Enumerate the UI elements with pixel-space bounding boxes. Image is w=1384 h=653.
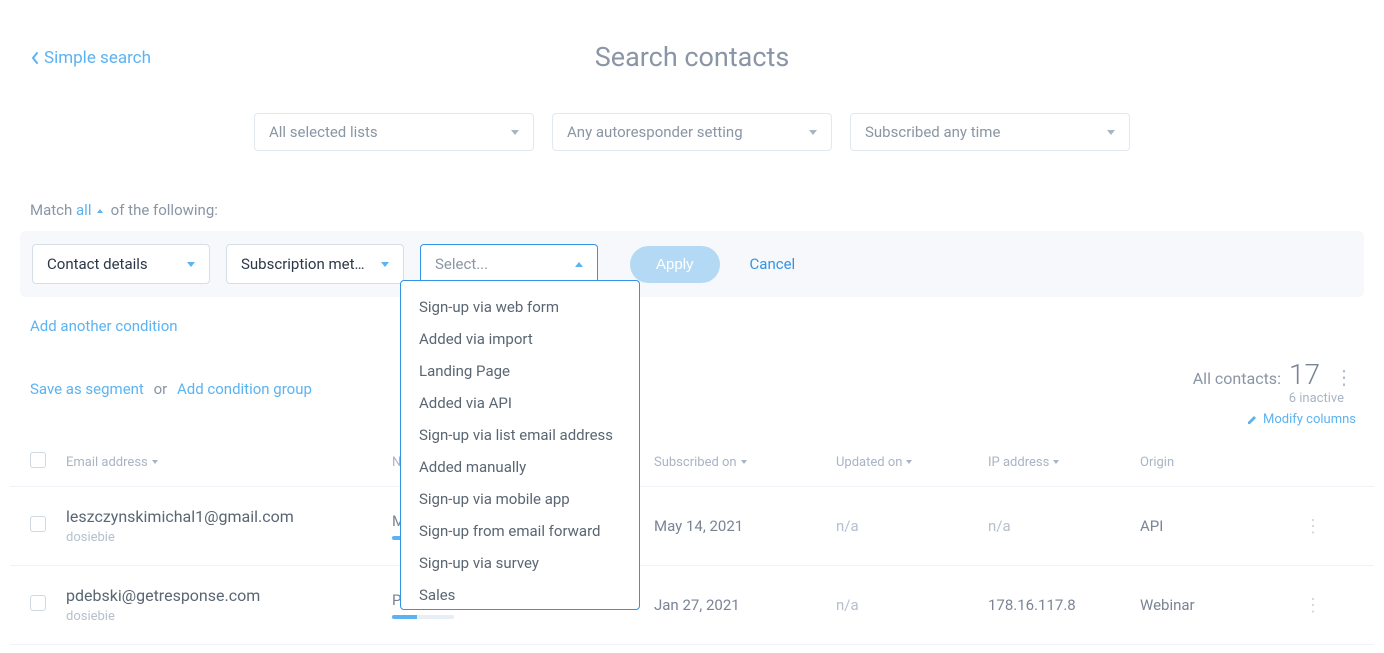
row-more-icon[interactable]: ⋮ (1292, 595, 1322, 616)
dropdown-option[interactable]: Added via API (401, 387, 639, 419)
chevron-left-icon (30, 51, 40, 65)
contacts-count: 17 (1289, 358, 1320, 391)
cancel-link[interactable]: Cancel (750, 255, 796, 273)
filter-autoresponder[interactable]: Any autoresponder setting (552, 113, 832, 151)
dropdown-option[interactable]: Sign-up via mobile app (401, 483, 639, 515)
row-checkbox[interactable] (30, 516, 46, 532)
row-ip: 178.16.117.8 (988, 596, 1140, 614)
select-all-checkbox[interactable] (30, 452, 46, 468)
apply-button[interactable]: Apply (630, 246, 720, 283)
chevron-down-icon (511, 130, 519, 135)
add-condition-link[interactable]: Add another condition (30, 317, 178, 335)
row-updated: n/a (836, 596, 988, 614)
dropdown-option[interactable]: Landing Page (401, 355, 639, 387)
modify-columns[interactable]: Modify columns (10, 412, 1356, 427)
filter-subscribed[interactable]: Subscribed any time (850, 113, 1130, 151)
filter-subscribed-label: Subscribed any time (865, 123, 1000, 141)
sort-icon (152, 460, 158, 464)
dropdown-option[interactable]: Sign-up via list email address (401, 419, 639, 451)
chevron-down-icon (187, 262, 195, 267)
row-subscribed: Jan 27, 2021 (654, 596, 836, 614)
th-updated[interactable]: Updated on (836, 455, 988, 470)
back-to-simple-search[interactable]: Simple search (30, 48, 151, 68)
match-mode[interactable]: all (76, 201, 91, 219)
sort-icon (906, 460, 912, 464)
table-row: pdebski@getresponse.com dosiebie Ps Jan … (10, 566, 1374, 645)
row-origin: Webinar (1140, 596, 1292, 614)
row-ip: n/a (988, 517, 1140, 535)
row-list: dosiebie (66, 609, 392, 624)
row-email[interactable]: leszczynskimichal1@gmail.com (66, 507, 392, 526)
th-ip[interactable]: IP address (988, 455, 1140, 470)
condition-bar: Contact details Subscription meth… Selec… (20, 231, 1364, 297)
filter-lists-label: All selected lists (269, 123, 378, 141)
chevron-down-icon (1107, 130, 1115, 135)
dropdown-option[interactable]: Added via import (401, 323, 639, 355)
more-actions-icon[interactable]: ⋮ (1334, 365, 1354, 389)
row-more-icon[interactable]: ⋮ (1292, 516, 1322, 537)
page-title: Search contacts (10, 41, 1374, 73)
match-row: Match all of the following: (30, 201, 1374, 219)
row-list: dosiebie (66, 530, 392, 545)
th-subscribed[interactable]: Subscribed on (654, 455, 836, 470)
filter-lists[interactable]: All selected lists (254, 113, 534, 151)
th-email[interactable]: Email address (66, 455, 392, 470)
row-subscribed: May 14, 2021 (654, 517, 836, 535)
chevron-down-icon (381, 262, 389, 267)
condition-value-dropdown: Sign-up via web formAdded via importLand… (400, 280, 640, 610)
row-email[interactable]: pdebski@getresponse.com (66, 586, 392, 605)
engagement-bar (392, 615, 454, 619)
dropdown-option[interactable]: Sign-up via survey (401, 547, 639, 579)
save-as-segment[interactable]: Save as segment (30, 380, 144, 398)
th-origin[interactable]: Origin (1140, 455, 1292, 470)
dropdown-option[interactable]: Sign-up from email forward (401, 515, 639, 547)
dropdown-option[interactable]: Added manually (401, 451, 639, 483)
table-header: Email address Name and birthday Subscrib… (10, 427, 1374, 487)
add-condition-group[interactable]: Add condition group (177, 380, 312, 398)
condition-field[interactable]: Contact details (32, 244, 210, 284)
row-origin: API (1140, 517, 1292, 535)
sort-icon (1053, 460, 1059, 464)
condition-attribute[interactable]: Subscription meth… (226, 244, 404, 284)
contacts-label: All contacts: (1193, 369, 1281, 388)
chevron-up-icon (575, 262, 583, 267)
dropdown-option[interactable]: Sales (401, 579, 639, 610)
row-updated: n/a (836, 517, 988, 535)
caret-up-icon (97, 209, 103, 213)
row-checkbox[interactable] (30, 595, 46, 611)
filter-autoresponder-label: Any autoresponder setting (567, 123, 743, 141)
pencil-icon (1247, 414, 1258, 425)
back-label: Simple search (44, 48, 151, 68)
dropdown-option[interactable]: Sign-up via web form (401, 291, 639, 323)
chevron-down-icon (809, 130, 817, 135)
or-text: or (154, 380, 168, 398)
table-row: leszczynskimichal1@gmail.com dosiebie Mi… (10, 487, 1374, 566)
condition-value[interactable]: Select... (420, 244, 598, 284)
sort-icon (741, 460, 747, 464)
